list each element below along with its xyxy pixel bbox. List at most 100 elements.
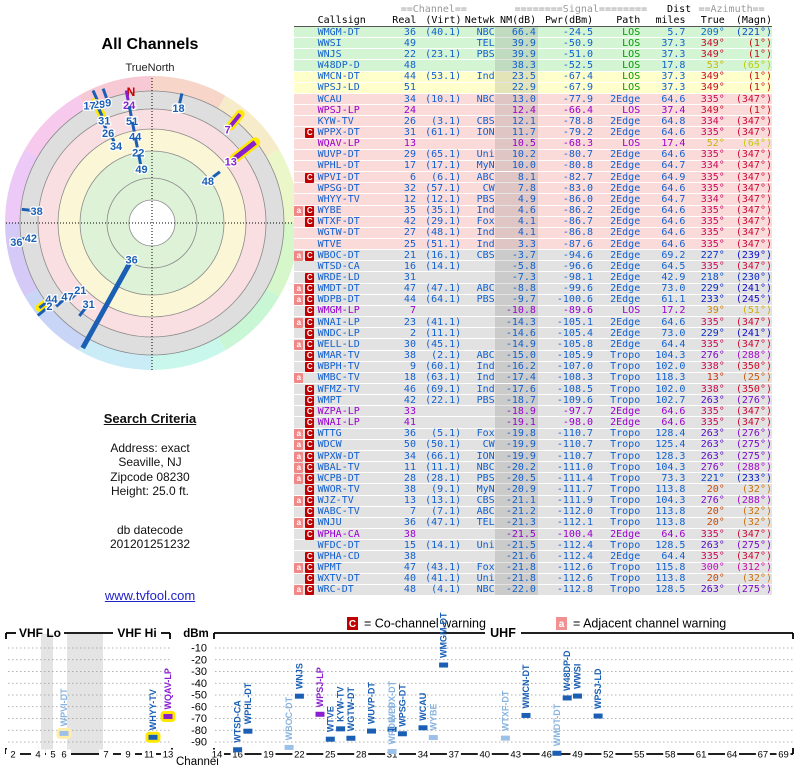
spectrum-bar-label: WPVI-DT <box>59 688 69 726</box>
power-dbm-cell: -111.4 <box>556 472 594 484</box>
radar-signal-bar <box>124 90 130 101</box>
table-row: C WFMZ-TV 46 (69.1) Ind -17.6 -108.5 Tropo 102.0… <box>294 383 772 396</box>
nm-db-cell: -15.0 <box>494 350 538 362</box>
spectrum-bar <box>148 734 158 740</box>
table-row: C WTXF-DT 42 (29.1) Fox 4.1 -86.7 2Edge 64.6 335°… <box>294 216 772 228</box>
db-datecode-label: db datecode <box>116 522 184 537</box>
distance-cell: 64.6 <box>661 126 686 138</box>
channel-tick-label: 49 <box>572 750 583 761</box>
magnetic-azimuth-cell: (51°) <box>741 305 772 317</box>
real-channel-cell: 22 <box>403 48 416 60</box>
magnetic-azimuth-cell: (64°) <box>741 138 772 150</box>
adjacent-warning-badge: a <box>294 518 304 529</box>
callsign-cell: WPHA-CD <box>317 550 360 562</box>
network-cell: ABC <box>476 283 495 295</box>
network-cell: ABC <box>476 350 495 362</box>
path-cell: Tropo <box>610 472 641 484</box>
cochannel-warning-badge: C <box>305 127 315 138</box>
channel-tick-label: 37 <box>449 750 460 761</box>
true-azimuth-cell: 335° <box>700 126 725 138</box>
adjacent-legend-symbol: a <box>559 619 565 630</box>
power-dbm-cell: -66.4 <box>562 104 594 116</box>
magnetic-azimuth-cell: (1°) <box>747 48 772 60</box>
real-channel-cell: 27 <box>403 227 416 239</box>
table-row: C WMAR-TV 38 (2.1) ABC -15.0 -105.9 Tropo 104.3 2… <box>294 350 772 362</box>
path-cell: LOS <box>622 71 641 83</box>
nm-db-cell: 38.3 <box>494 60 538 72</box>
real-channel-cell: 28 <box>403 472 416 484</box>
spectrum-bar <box>163 714 173 720</box>
magnetic-azimuth-cell: (347°) <box>735 316 772 328</box>
adjacent-warning-badge: a <box>294 317 304 328</box>
nm-db-cell: -10.8 <box>494 305 538 317</box>
spectrum-bar-label: WTVE <box>325 706 335 732</box>
path-cell: LOS <box>622 305 641 317</box>
virtual-channel-cell: (14.1) <box>425 260 462 272</box>
path-cell: Tropo <box>610 483 641 495</box>
spectrum-bar-label: WMDT-DT <box>552 703 562 746</box>
true-azimuth-cell: 20° <box>706 573 725 585</box>
distance-cell: 64.6 <box>661 405 686 417</box>
real-channel-cell: 26 <box>403 115 416 127</box>
power-dbm-cell: -89.6 <box>562 305 594 317</box>
nm-db-cell: 4.1 <box>494 227 538 239</box>
col-callsign: Callsign <box>317 15 366 26</box>
callsign-cell: W48DP-D <box>317 60 360 72</box>
nm-db-cell: 12.1 <box>494 115 538 127</box>
network-cell: NBC <box>476 26 495 38</box>
real-channel-cell: 47 <box>403 562 416 574</box>
dbm-tick-label: -80 <box>191 725 207 737</box>
magnetic-azimuth-cell: (241°) <box>735 283 772 295</box>
path-cell: Tropo <box>610 428 641 440</box>
true-azimuth-cell: 335° <box>700 227 725 239</box>
spectrum-bar-label: WPSJ-LD <box>593 668 603 709</box>
table-row: a C WCPB-DT 28 (28.1) PBS -20.5 -111.4 Tropo 73.3… <box>294 472 772 485</box>
callsign-cell: WZPA-LP <box>317 405 360 417</box>
table-row: C WRDE-LD 31 -7.3 -98.1 2Edge 42.9 218° (230°) <box>294 272 772 284</box>
virtual-channel-cell: (2.1) <box>431 350 462 362</box>
true-azimuth-cell: 263° <box>700 450 725 462</box>
path-cell: 2Edge <box>610 182 641 194</box>
table-row: a WMBC-TV 18 (63.1) Ind -17.4 -108.3 Tropo 118.3… <box>294 372 772 384</box>
radar-channel-label: 9 <box>105 98 111 110</box>
nm-db-cell: -17.6 <box>494 383 538 395</box>
power-dbm-cell: -67.4 <box>562 71 594 83</box>
power-dbm-cell: -112.1 <box>556 517 594 529</box>
virtual-channel-cell: (43.1) <box>425 562 462 574</box>
distance-cell: 64.4 <box>661 338 686 350</box>
callsign-cell: WDPB-DT <box>317 294 360 306</box>
magnetic-azimuth-cell: (25°) <box>741 372 772 384</box>
distance-cell: 104.3 <box>655 495 686 507</box>
path-cell: Tropo <box>610 539 641 551</box>
true-azimuth-cell: 221° <box>700 472 725 484</box>
spectrum-bar <box>233 747 243 753</box>
distance-cell: 64.6 <box>661 93 686 105</box>
real-channel-cell: 16 <box>403 260 416 272</box>
channel-tick-label: 9 <box>125 750 130 761</box>
magnetic-azimuth-cell: (347°) <box>735 417 772 429</box>
true-azimuth-cell: 276° <box>700 350 725 362</box>
magnetic-azimuth-cell: (347°) <box>735 338 772 350</box>
adjacent-warning-badge: a <box>294 429 304 440</box>
col-magn: (Magn) <box>735 15 772 26</box>
path-cell: 2Edge <box>610 193 641 205</box>
table-row: WPSJ-LD 51 22.9 -67.9 LOS 37.3 349° (1°) <box>294 82 772 94</box>
spectrum-bar-label: W48DP-D <box>562 650 572 691</box>
real-channel-cell: 49 <box>403 37 416 49</box>
path-cell: LOS <box>622 48 641 60</box>
nm-db-cell: -19.9 <box>494 439 538 451</box>
real-channel-cell: 42 <box>403 394 416 406</box>
cochannel-warning-badge: C <box>305 395 315 406</box>
dist-group-header: Dist <box>667 4 692 15</box>
table-row: WUVP-DT 29 (65.1) Uni 10.2 -80.7 2Edge 64.6 335°… <box>294 149 772 161</box>
power-dbm-cell: -86.0 <box>562 193 594 205</box>
distance-cell: 37.3 <box>661 82 686 94</box>
tvfool-link[interactable]: www.tvfool.com <box>105 588 195 603</box>
true-azimuth-cell: 334° <box>700 115 725 127</box>
callsign-cell: WMPT <box>317 394 342 406</box>
network-cell: Ind <box>476 372 495 384</box>
true-azimuth-cell: 233° <box>700 294 725 306</box>
magnetic-azimuth-cell: (347°) <box>735 205 772 217</box>
table-row: WNJS 22 (23.1) PBS 39.9 -51.0 LOS 37.3 349° (1°) <box>294 48 772 61</box>
callsign-cell: WNJS <box>317 48 342 60</box>
